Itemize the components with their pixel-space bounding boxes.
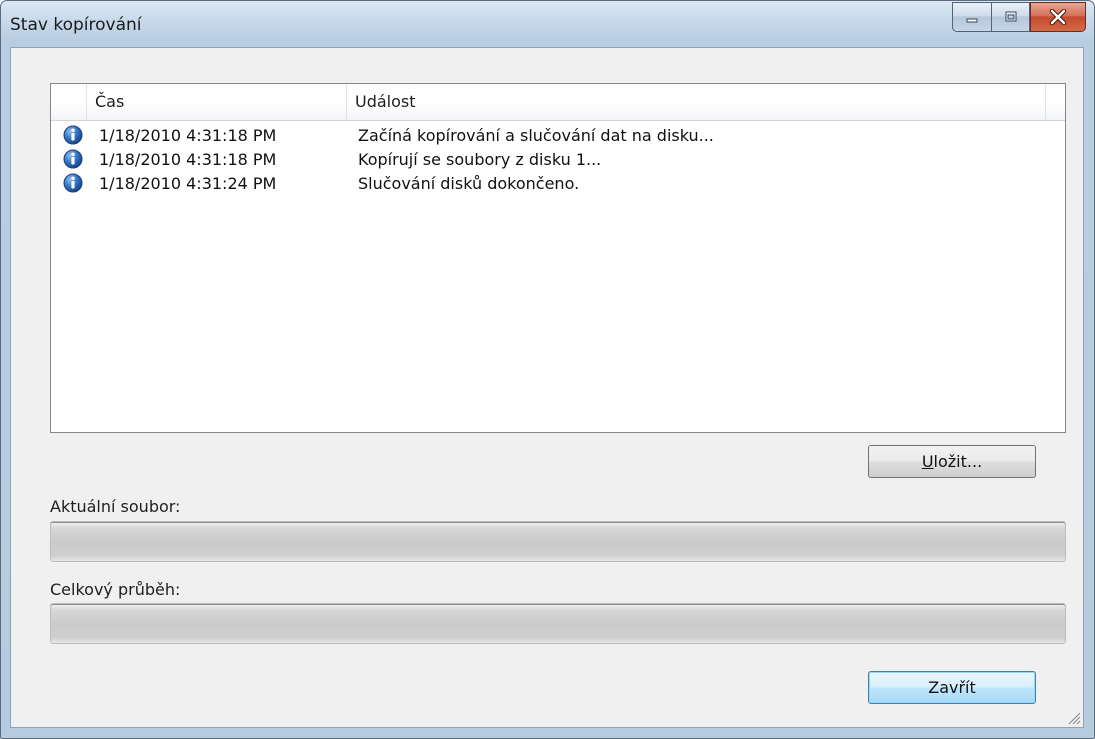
minimize-icon xyxy=(966,18,978,23)
header-icon-column[interactable] xyxy=(51,84,87,120)
save-button[interactable]: Uložit... xyxy=(868,445,1036,478)
list-header: Čas Událost xyxy=(51,84,1065,121)
info-icon xyxy=(63,149,83,169)
header-event[interactable]: Událost xyxy=(347,84,1046,120)
window-title: Stav kopírování xyxy=(10,15,142,35)
row-time: 1/18/2010 4:31:18 PM xyxy=(99,126,277,145)
row-event: Kopírují se soubory z disku 1... xyxy=(358,150,602,169)
row-time: 1/18/2010 4:31:18 PM xyxy=(99,150,277,169)
overall-progress xyxy=(50,603,1066,644)
save-label: ložit... xyxy=(933,452,983,471)
overall-progress-label: Celkový průběh: xyxy=(50,580,181,599)
current-file-progress xyxy=(50,521,1066,562)
title-bar[interactable]: Stav kopírování xyxy=(1,1,1094,47)
row-event: Slučování disků dokončeno. xyxy=(358,174,580,193)
row-time: 1/18/2010 4:31:24 PM xyxy=(99,174,277,193)
info-icon xyxy=(63,125,83,145)
list-item[interactable]: 1/18/2010 4:31:18 PM Kopírují se soubory… xyxy=(51,148,1065,172)
maximize-button[interactable] xyxy=(991,2,1030,32)
caption-buttons xyxy=(952,2,1086,34)
close-button[interactable]: Zavřít xyxy=(868,671,1036,704)
maximize-icon xyxy=(1005,11,1016,22)
info-icon xyxy=(63,173,83,193)
dialog-body: Čas Událost 1/18/2010 4:31:18 PM Začíná … xyxy=(10,47,1084,728)
event-list[interactable]: Čas Událost 1/18/2010 4:31:18 PM Začíná … xyxy=(50,83,1066,433)
list-item[interactable]: 1/18/2010 4:31:18 PM Začíná kopírování a… xyxy=(51,124,1065,148)
header-time[interactable]: Čas xyxy=(87,84,347,120)
close-window-button[interactable] xyxy=(1030,2,1086,32)
close-icon xyxy=(1049,9,1067,25)
list-item[interactable]: 1/18/2010 4:31:24 PM Slučování disků dok… xyxy=(51,172,1065,196)
minimize-button[interactable] xyxy=(952,2,991,32)
copy-status-dialog: Stav kopírování Čas Událost 1/18/2010 4:… xyxy=(0,0,1095,739)
save-mnemonic: U xyxy=(921,452,934,471)
current-file-label: Aktuální soubor: xyxy=(50,497,181,516)
row-event: Začíná kopírování a slučování dat na dis… xyxy=(358,126,714,145)
resize-grip-icon[interactable] xyxy=(1065,709,1081,725)
